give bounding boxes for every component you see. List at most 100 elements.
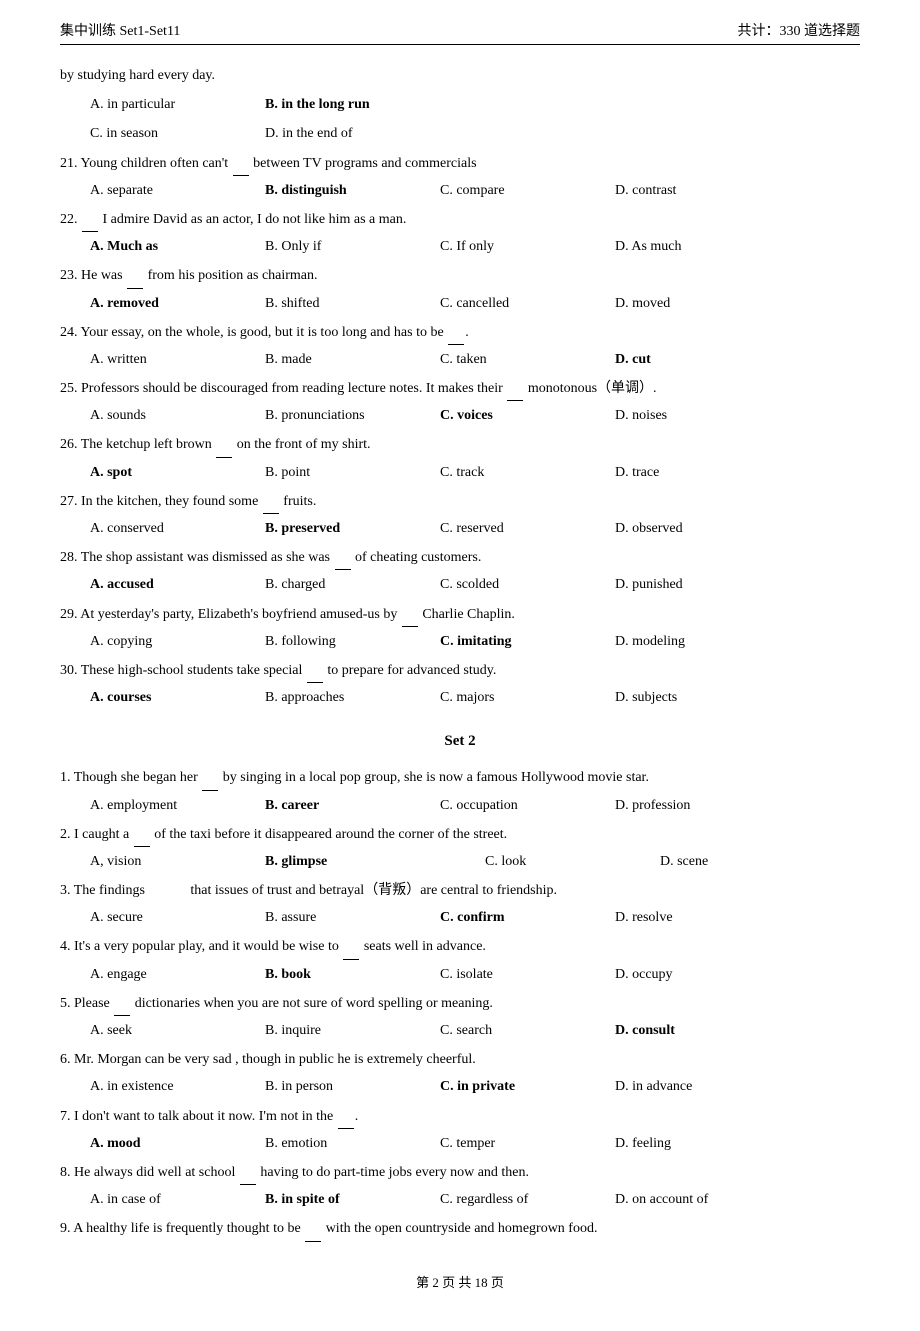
s2-q8-opt-c: C. regardless of xyxy=(440,1187,615,1212)
page-header: 集中训练 Set1-Set11 共计：330 道选择题 xyxy=(60,20,860,45)
question-22: 22. I admire David as an actor, I do not… xyxy=(60,207,860,259)
s2-q8-opt-a: A. in case of xyxy=(90,1187,265,1212)
q22-opt-c: C. If only xyxy=(440,234,615,259)
option-c-prev: C. in season xyxy=(90,121,265,146)
question-27: 27. In the kitchen, they found some frui… xyxy=(60,489,860,541)
header-right: 共计：330 道选择题 xyxy=(738,20,861,40)
s2-question-9: 9. A healthy life is frequently thought … xyxy=(60,1216,860,1241)
s2-q5-options: A. seek B. inquire C. search D. consult xyxy=(60,1018,860,1043)
s2-q1-opt-d: D. profession xyxy=(615,793,790,818)
q28-options: A. accused B. charged C. scolded D. puni… xyxy=(60,572,860,597)
q25-text: 25. Professors should be discouraged fro… xyxy=(60,376,860,401)
s2-question-7: 7. I don't want to talk about it now. I'… xyxy=(60,1104,860,1156)
s2-q2-opt-b: B. glimpse xyxy=(265,849,485,874)
q25-opt-b: B. pronunciations xyxy=(265,403,440,428)
s2-q3-options: A. secure B. assure C. confirm D. resolv… xyxy=(60,905,860,930)
s2-q6-opt-b: B. in person xyxy=(265,1074,440,1099)
question-28: 28. The shop assistant was dismissed as … xyxy=(60,545,860,597)
s2-question-1: 1. Though she began her by singing in a … xyxy=(60,765,860,817)
s2-q1-opt-c: C. occupation xyxy=(440,793,615,818)
q28-opt-c: C. scolded xyxy=(440,572,615,597)
s2-q7-text: 7. I don't want to talk about it now. I'… xyxy=(60,1104,860,1129)
question-30: 30. These high-school students take spec… xyxy=(60,658,860,710)
question-29: 29. At yesterday's party, Elizabeth's bo… xyxy=(60,602,860,654)
q26-opt-a: A. spot xyxy=(90,460,265,485)
s2-q8-opt-b: B. in spite of xyxy=(265,1187,440,1212)
s2-q5-opt-c: C. search xyxy=(440,1018,615,1043)
q23-text: 23. He was from his position as chairman… xyxy=(60,263,860,288)
q25-opt-c: C. voices xyxy=(440,403,615,428)
s2-q3-opt-d: D. resolve xyxy=(615,905,790,930)
s2-q7-opt-b: B. emotion xyxy=(265,1131,440,1156)
q30-options: A. courses B. approaches C. majors D. su… xyxy=(60,685,860,710)
q30-opt-c: C. majors xyxy=(440,685,615,710)
s2-q1-opt-a: A. employment xyxy=(90,793,265,818)
s2-q5-opt-d: D. consult xyxy=(615,1018,790,1043)
s2-q2-opt-d: D. scene xyxy=(660,849,835,874)
s2-q2-opt-c: C. look xyxy=(485,849,660,874)
q24-opt-c: C. taken xyxy=(440,347,615,372)
q28-opt-b: B. charged xyxy=(265,572,440,597)
q29-opt-a: A. copying xyxy=(90,629,265,654)
q26-options: A. spot B. point C. track D. trace xyxy=(60,460,860,485)
intro-line: by studying hard every day. xyxy=(60,63,860,88)
q23-opt-c: C. cancelled xyxy=(440,291,615,316)
q26-text: 26. The ketchup left brown on the front … xyxy=(60,432,860,457)
q27-text: 27. In the kitchen, they found some frui… xyxy=(60,489,860,514)
question-24: 24. Your essay, on the whole, is good, b… xyxy=(60,320,860,372)
q30-opt-a: A. courses xyxy=(90,685,265,710)
q21-opt-d: D. contrast xyxy=(615,178,790,203)
q22-opt-b: B. Only if xyxy=(265,234,440,259)
q27-opt-a: A. conserved xyxy=(90,516,265,541)
s2-q2-opt-a: A, vision xyxy=(90,849,265,874)
options-row-prev: A. in particular B. in the long run xyxy=(60,92,860,117)
q27-opt-c: C. reserved xyxy=(440,516,615,541)
s2-q7-opt-a: A. mood xyxy=(90,1131,265,1156)
q28-opt-a: A. accused xyxy=(90,572,265,597)
q25-opt-a: A. sounds xyxy=(90,403,265,428)
q22-text: 22. I admire David as an actor, I do not… xyxy=(60,207,860,232)
main-content: by studying hard every day. A. in partic… xyxy=(60,63,860,1242)
q26-opt-c: C. track xyxy=(440,460,615,485)
q29-opt-c: C. imitating xyxy=(440,629,615,654)
q23-opt-a: A. removed xyxy=(90,291,265,316)
s2-q3-opt-a: A. secure xyxy=(90,905,265,930)
s2-q6-opt-d: D. in advance xyxy=(615,1074,790,1099)
q26-opt-b: B. point xyxy=(265,460,440,485)
s2-q1-text: 1. Though she began her by singing in a … xyxy=(60,765,860,790)
set2-title: Set 2 xyxy=(60,728,860,755)
s2-q4-opt-d: D. occupy xyxy=(615,962,790,987)
s2-q1-options: A. employment B. career C. occupation D.… xyxy=(60,793,860,818)
s2-q3-opt-c: C. confirm xyxy=(440,905,615,930)
s2-question-6: 6. Mr. Morgan can be very sad , though i… xyxy=(60,1047,860,1099)
footer-text: 第 2 页 共 18 页 xyxy=(416,1275,504,1290)
s2-q2-text: 2. I caught a of the taxi before it disa… xyxy=(60,822,860,847)
q21-opt-b: B. distinguish xyxy=(265,178,440,203)
s2-q2-options: A, vision B. glimpse C. look D. scene xyxy=(60,849,860,874)
s2-question-3: 3. The findings that issues of trust and… xyxy=(60,878,860,930)
q24-opt-a: A. written xyxy=(90,347,265,372)
s2-q4-options: A. engage B. book C. isolate D. occupy xyxy=(60,962,860,987)
q27-opt-d: D. observed xyxy=(615,516,790,541)
s2-q3-text: 3. The findings that issues of trust and… xyxy=(60,878,860,903)
q23-options: A. removed B. shifted C. cancelled D. mo… xyxy=(60,291,860,316)
s2-q4-text: 4. It's a very popular play, and it woul… xyxy=(60,934,860,959)
q30-opt-b: B. approaches xyxy=(265,685,440,710)
q24-text: 24. Your essay, on the whole, is good, b… xyxy=(60,320,860,345)
s2-q6-text: 6. Mr. Morgan can be very sad , though i… xyxy=(60,1047,860,1072)
q21-opt-a: A. separate xyxy=(90,178,265,203)
q28-text: 28. The shop assistant was dismissed as … xyxy=(60,545,860,570)
q24-options: A. written B. made C. taken D. cut xyxy=(60,347,860,372)
q22-options: A. Much as B. Only if C. If only D. As m… xyxy=(60,234,860,259)
q24-opt-d: D. cut xyxy=(615,347,790,372)
q25-options: A. sounds B. pronunciations C. voices D.… xyxy=(60,403,860,428)
question-26: 26. The ketchup left brown on the front … xyxy=(60,432,860,484)
q22-opt-d: D. As much xyxy=(615,234,790,259)
question-25: 25. Professors should be discouraged fro… xyxy=(60,376,860,428)
s2-q5-opt-b: B. inquire xyxy=(265,1018,440,1043)
s2-q6-opt-a: A. in existence xyxy=(90,1074,265,1099)
s2-q7-opt-c: C. temper xyxy=(440,1131,615,1156)
q22-opt-a: A. Much as xyxy=(90,234,265,259)
s2-q7-opt-d: D. feeling xyxy=(615,1131,790,1156)
q21-text: 21. Young children often can't between T… xyxy=(60,151,860,176)
